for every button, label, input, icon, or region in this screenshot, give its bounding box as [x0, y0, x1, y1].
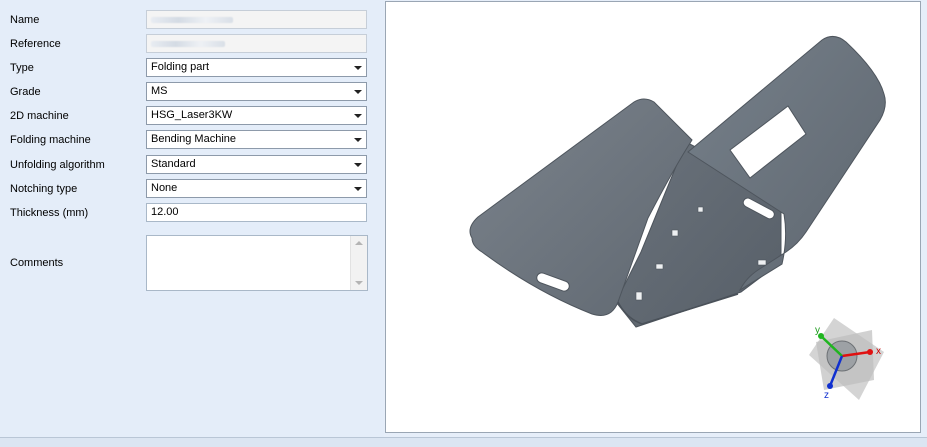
scroll-down-icon[interactable] [355, 281, 363, 285]
grade-select[interactable]: MS [146, 82, 367, 101]
part-properties-window: Name Reference Type Folding part Grade M… [0, 0, 927, 447]
folding-machine-value: Bending Machine [151, 133, 237, 145]
name-label: Name [10, 14, 40, 26]
x-axis-tip [867, 349, 873, 355]
part-hole-1 [671, 229, 679, 237]
type-select[interactable]: Folding part [146, 58, 367, 77]
type-label: Type [10, 62, 34, 74]
window-right-edge [921, 0, 927, 437]
name-redacted [151, 17, 233, 23]
machine-2d-select[interactable]: HSG_Laser3KW [146, 106, 367, 125]
type-value: Folding part [151, 61, 210, 73]
orientation-gizmo[interactable]: x y z [809, 318, 884, 401]
comments-textarea[interactable] [146, 235, 368, 291]
chevron-down-icon [354, 187, 362, 191]
part-preview: x y z [469, 36, 886, 401]
reference-field[interactable] [146, 34, 367, 53]
notching-type-label: Notching type [10, 183, 78, 195]
unfolding-algorithm-value: Standard [151, 158, 196, 170]
comments-scrollbar[interactable] [350, 236, 367, 290]
folded-sheet-metal-part [469, 36, 886, 328]
z-axis-tip [827, 383, 833, 389]
chevron-down-icon [354, 163, 362, 167]
thickness-input[interactable]: 12.00 [146, 203, 367, 222]
scroll-up-icon[interactable] [355, 241, 363, 245]
y-axis-label: y [815, 325, 820, 336]
thickness-value: 12.00 [151, 206, 179, 218]
reference-redacted [151, 41, 225, 47]
grade-label: Grade [10, 86, 41, 98]
unfolding-algorithm-label: Unfolding algorithm [10, 159, 105, 171]
chevron-down-icon [354, 66, 362, 70]
reference-label: Reference [10, 38, 61, 50]
status-bar [0, 437, 927, 447]
folding-machine-label: Folding machine [10, 134, 91, 146]
3d-viewport[interactable]: x y z [385, 1, 921, 433]
chevron-down-icon [354, 138, 362, 142]
chevron-down-icon [354, 114, 362, 118]
notching-type-select[interactable]: None [146, 179, 367, 198]
notching-type-value: None [151, 182, 178, 194]
part-hole-3 [635, 291, 643, 301]
part-hole-4 [697, 206, 704, 213]
machine-2d-value: HSG_Laser3KW [151, 109, 233, 121]
chevron-down-icon [354, 90, 362, 94]
comments-label: Comments [10, 257, 64, 269]
part-hole-2 [655, 263, 664, 270]
unfolding-algorithm-select[interactable]: Standard [146, 155, 367, 174]
x-axis-label: x [876, 346, 881, 357]
properties-panel: Name Reference Type Folding part Grade M… [0, 0, 384, 437]
z-axis-label: z [824, 390, 829, 401]
folding-machine-select[interactable]: Bending Machine [146, 130, 367, 149]
machine-2d-label: 2D machine [10, 110, 69, 122]
part-hole-5 [757, 259, 767, 266]
name-field[interactable] [146, 10, 367, 29]
thickness-label: Thickness (mm) [10, 207, 89, 219]
grade-value: MS [151, 85, 168, 97]
